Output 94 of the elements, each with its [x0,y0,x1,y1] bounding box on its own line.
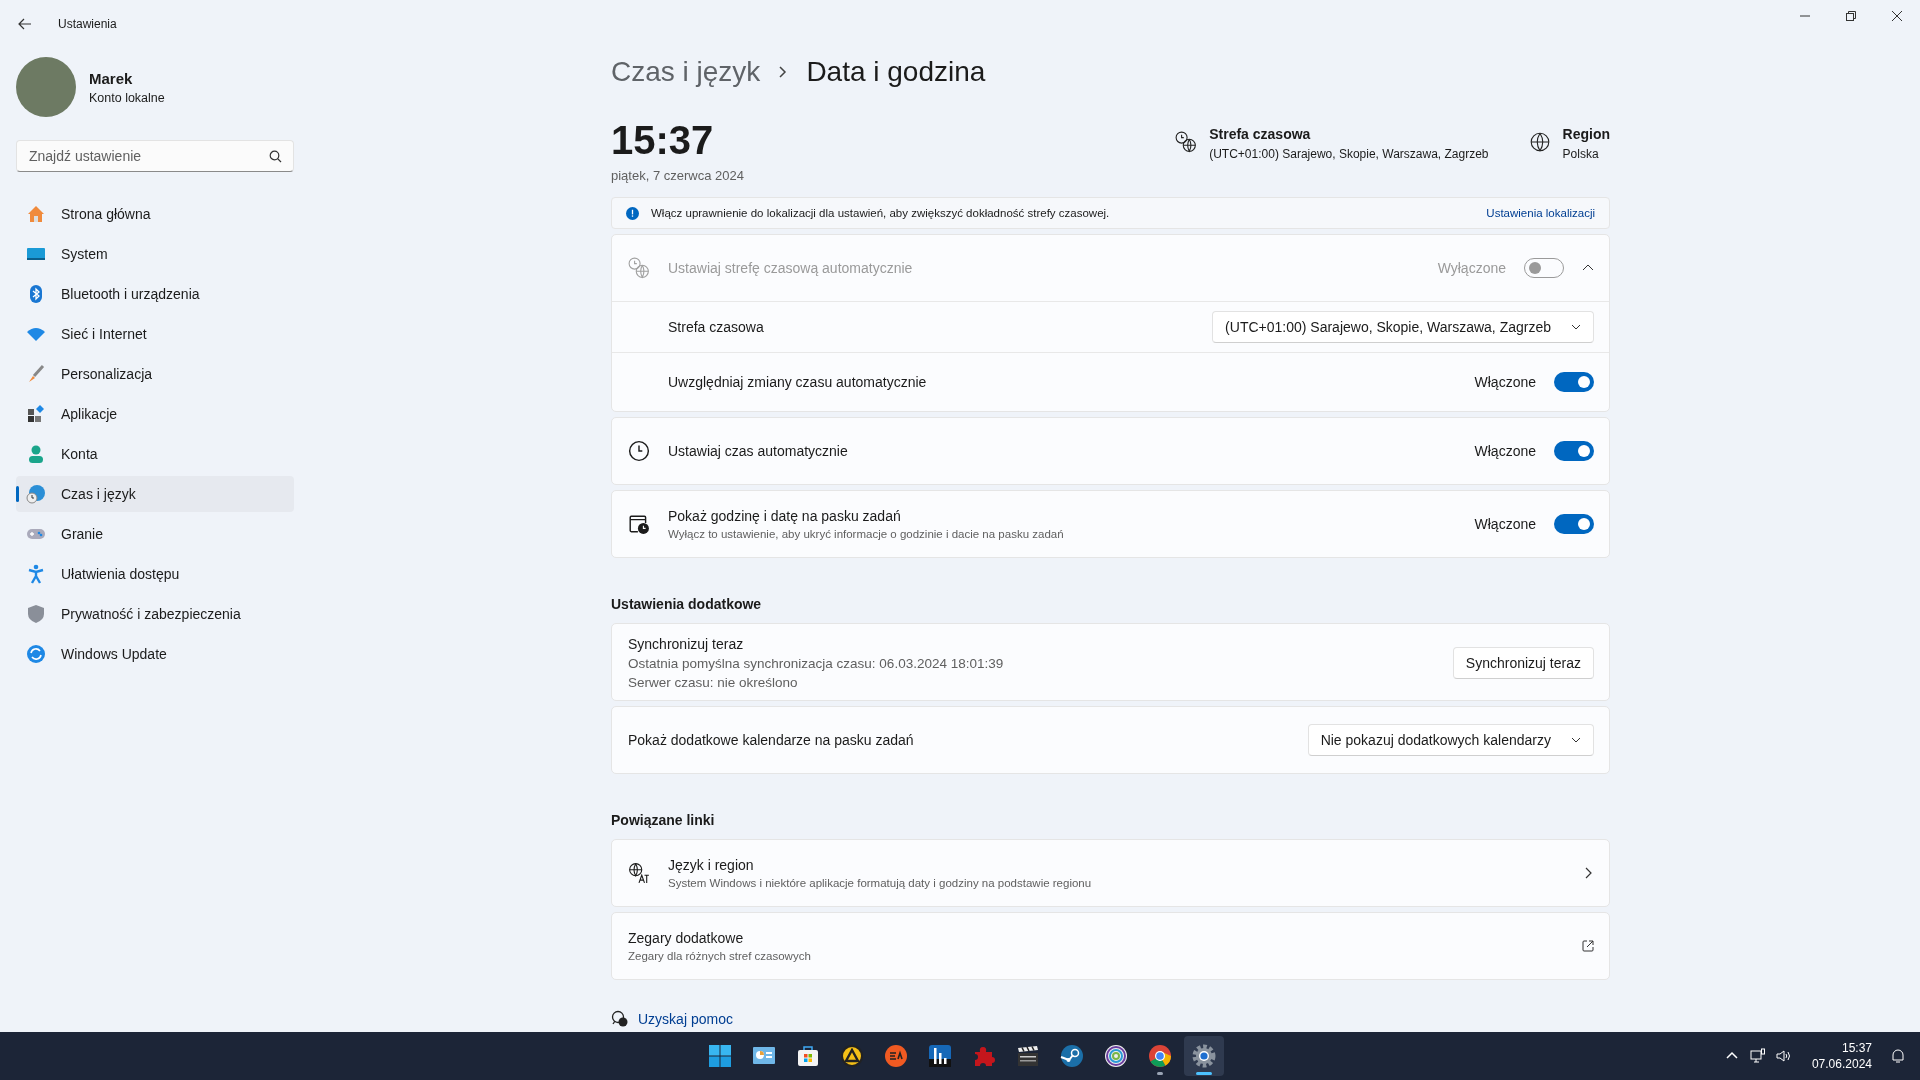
section-title: Powiązane linki [611,812,716,828]
toggle-state-label: Włączone [1474,374,1536,390]
windows-grid-icon[interactable] [708,1044,732,1068]
speaker-icon[interactable] [1775,1048,1792,1064]
nav-item[interactable]: Czas i język [16,476,294,512]
setting-label: Synchronizuj teraz [628,636,745,652]
nav-item[interactable]: Personalizacja [16,356,294,392]
setting-description: Ostatnia pomyślna synchronizacja czasu: 06.03.2024 18:01:39 [628,656,1005,671]
settings-icon[interactable] [1192,1044,1216,1068]
brush-icon [26,364,46,384]
setting-label: Strefa czasowa [668,319,765,335]
toggle-state-label: Wyłączone [1437,260,1506,276]
nav-item[interactable]: Bluetooth i urządzenia [16,276,294,312]
taskbar-date[interactable]: 07.06.2024 [1811,1056,1872,1072]
info-title: Region [1562,126,1610,142]
current-date: piątek, 7 czerwca 2024 [611,168,744,183]
help-link[interactable]: Uzyskaj pomoc [638,1010,733,1027]
section-title: Ustawienia dodatkowe [611,596,763,612]
nav-item[interactable]: System [16,236,294,272]
chevron-down-icon [1571,735,1581,745]
external-link-icon [1582,940,1594,952]
nav-item[interactable]: Prywatność i zabezpieczenia [16,596,294,632]
account-type: Konto lokalne [89,90,165,105]
banner-text: Włącz uprawnienie do lokalizacji dla ustawień, aby zwiększyć dokładność strefy czasowej. [651,207,1110,219]
chevron-right-icon [778,66,789,78]
apps-icon [26,404,46,424]
close-icon[interactable] [1892,11,1902,21]
link-card[interactable]: Język i region System Windows i niektóre aplikacje formatują daty i godziny na podstawie regionu [611,839,1610,907]
globe-clock-icon [26,484,46,504]
chevron-down-icon [1571,322,1581,332]
bell-icon[interactable] [1890,1048,1906,1064]
shopping-bag-icon[interactable] [796,1044,820,1068]
info-value: Polska [1562,147,1600,161]
link-description: Zegary dla różnych stref czasowych [628,950,812,962]
nav-item[interactable]: Konta [16,436,294,472]
nav-item[interactable]: Aplikacje [16,396,294,432]
triangle-app-icon[interactable] [840,1044,864,1068]
setting-description: Wyłącz to ustawienie, aby ukryć informacje o godzinie i dacie na pasku zadań [668,528,1065,540]
network-icon[interactable] [1749,1048,1766,1064]
toggle-switch[interactable] [1554,514,1594,534]
setting-description: Serwer czasu: nie określono [628,675,799,690]
clock-icon [628,440,650,462]
globe-clock-icon [628,257,650,279]
setting-label: Pokaż godzinę i datę na pasku zadań [668,508,902,524]
link-card[interactable]: Zegary dodatkowe Zegary dla różnych stref czasowych [611,912,1610,980]
puzzle-piece-icon[interactable] [972,1044,996,1068]
swirl-icon[interactable] [1104,1044,1128,1068]
toggle-switch[interactable] [1554,441,1594,461]
nav-item[interactable]: Granie [16,516,294,552]
setting-label: Pokaż dodatkowe kalendarze na pasku zadań [628,732,915,748]
restore-icon[interactable] [1846,11,1856,21]
help-icon [611,1010,628,1027]
info-value: (UTC+01:00) Sarajewo, Skopie, Warszawa, Zagrzeb [1209,147,1489,161]
info-icon [626,206,639,220]
link-description: System Windows i niektóre aplikacje formatują daty i godziny na podstawie regionu [668,877,1093,889]
breadcrumb-link[interactable]: Czas i język [611,56,761,88]
info-title: Strefa czasowa [1209,126,1312,142]
sync-button[interactable]: Synchronizuj teraz [1452,647,1594,679]
accessibility-icon [26,564,46,584]
current-time: 15:37 [611,118,715,162]
refresh-icon [26,644,46,664]
link-title: Zegary dodatkowe [628,930,745,946]
page-title: Data i godzina [806,56,986,88]
language-icon [628,862,650,884]
setting-label: Ustawiaj czas automatycznie [668,443,849,459]
round-app-icon[interactable] [884,1044,908,1068]
house-icon [26,204,46,224]
steam-icon[interactable] [1060,1044,1084,1068]
clapperboard-icon[interactable] [1016,1044,1040,1068]
window-title: Ustawienia [58,17,117,31]
nav-item[interactable]: Windows Update [16,636,294,672]
bars-app-icon[interactable] [928,1044,952,1068]
calendar-clock-icon [628,513,650,535]
shield-icon [26,604,46,624]
link-title: Język i region [668,857,755,873]
nav-item[interactable]: Ułatwienia dostępu [16,556,294,592]
nav-item[interactable]: Strona główna [16,196,294,232]
back-arrow-icon[interactable] [17,16,33,32]
location-settings-link[interactable]: Ustawienia lokalizacji [1486,207,1595,219]
toggle-state-label: Włączone [1474,443,1536,459]
search-field[interactable]: Znajdź ustawienie [16,140,294,172]
globe-clock-icon [1175,131,1198,153]
person-icon [26,444,46,464]
toggle-state-label: Włączone [1474,516,1536,532]
globe-icon [1528,131,1551,153]
user-name: Marek [89,69,134,87]
setting-label: Uwzględniaj zmiany czasu automatycznie [668,374,928,390]
browser-icon[interactable] [1148,1044,1172,1068]
taskbar-time[interactable]: 15:37 [1811,1040,1872,1056]
setting-label: Ustawiaj strefę czasową automatycznie [668,260,914,276]
search-icon [269,150,282,163]
avatar-photo-placeholder [16,57,76,117]
dropdown[interactable]: Nie pokazuj dodatkowych kalendarzy [1307,724,1594,756]
nav-item[interactable]: Sieć i Internet [16,316,294,352]
